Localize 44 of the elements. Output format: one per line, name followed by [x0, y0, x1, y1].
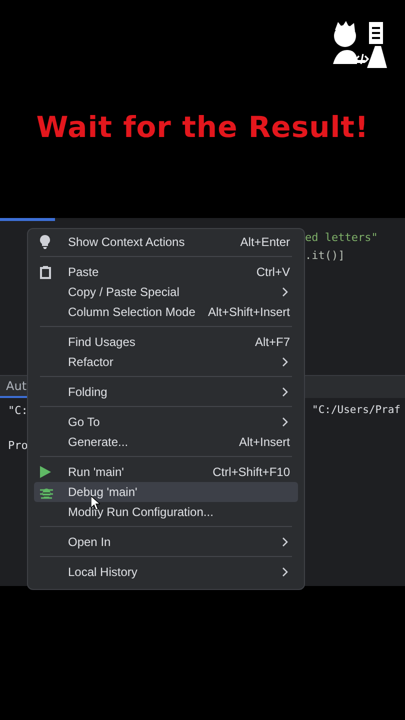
menu-item[interactable]: Folding	[34, 382, 298, 402]
menu-label: Generate...	[68, 435, 130, 449]
menu-label: Debug 'main'	[68, 485, 138, 499]
menu-item[interactable]: Open In	[34, 532, 298, 552]
menu-label: Find Usages	[68, 335, 136, 349]
play-icon	[40, 466, 51, 478]
lightbulb-icon	[40, 235, 50, 249]
menu-label: Go To	[68, 415, 101, 429]
menu-label: Show Context Actions	[68, 235, 186, 249]
menu-item[interactable]: Paste Ctrl+V	[34, 262, 298, 282]
menu-item[interactable]: Modify Run Configuration...	[34, 502, 298, 522]
shortcut-text: Alt+F7	[254, 335, 290, 349]
code-line: .it()]	[305, 248, 346, 264]
menu-item[interactable]: Find Usages Alt+F7	[34, 332, 298, 352]
shortcut-text: Ctrl+Shift+F10	[212, 465, 290, 479]
shortcut-text: Alt+Insert	[238, 435, 290, 449]
console-text: "C:/Users/Praf	[312, 404, 401, 416]
shortcut-text: Alt+Enter	[240, 235, 290, 249]
clipboard-icon	[40, 266, 51, 278]
video-title: Wait for the Result!	[36, 110, 369, 144]
menu-label: Open In	[68, 535, 112, 549]
menu-item[interactable]: Show Context Actions Alt+Enter	[34, 232, 298, 252]
menu-label: Local History	[68, 565, 138, 579]
menu-item[interactable]: Generate... Alt+Insert	[34, 432, 298, 452]
menu-item[interactable]: Debug 'main'	[34, 482, 298, 502]
menu-item[interactable]: Column Selection Mode Alt+Shift+Insert	[34, 302, 298, 322]
menu-item[interactable]: Run 'main' Ctrl+Shift+F10	[34, 462, 298, 482]
code-line: ed letters"	[305, 230, 379, 246]
menu-label: Copy / Paste Special	[68, 285, 180, 299]
menu-label: Column Selection Mode	[68, 305, 196, 319]
menu-item[interactable]: Copy / Paste Special	[34, 282, 298, 302]
menu-label: Folding	[68, 385, 108, 399]
menu-label: Refactor	[68, 355, 114, 369]
shortcut-text: Alt+Shift+Insert	[208, 305, 290, 319]
menu-label: Run 'main'	[68, 465, 125, 479]
menu-label: Modify Run Configuration...	[68, 505, 214, 519]
console-text: "C:	[8, 404, 28, 417]
menu-item[interactable]: Go To	[34, 412, 298, 432]
menu-item[interactable]: Refactor	[34, 352, 298, 372]
shortcut-text: Ctrl+V	[256, 265, 290, 279]
bug-icon	[40, 486, 53, 498]
console-text: Pro	[8, 439, 28, 452]
menu-label: Paste	[68, 265, 100, 279]
menu-item[interactable]: Local History	[34, 562, 298, 582]
